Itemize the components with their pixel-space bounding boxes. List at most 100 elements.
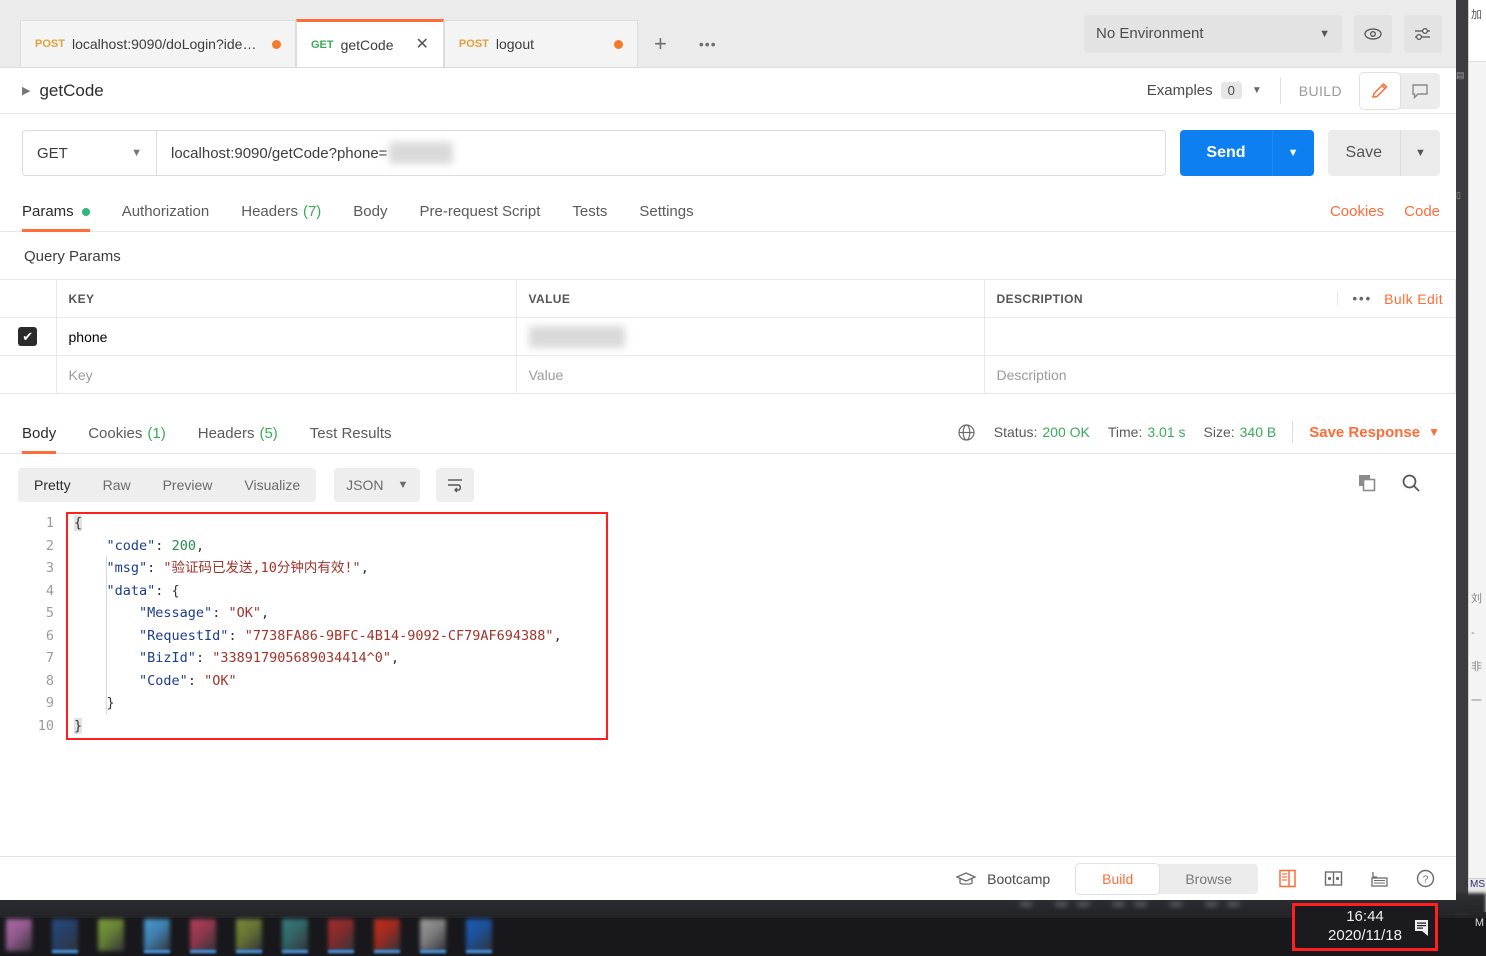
code-line[interactable]: "msg": "验证码已发送,10分钟内有效!", xyxy=(74,557,1456,580)
row-enabled-checkbox[interactable]: ✔ xyxy=(18,327,38,346)
tab-body[interactable]: Body xyxy=(353,203,387,231)
code-content[interactable]: { "code": 200, "msg": "验证码已发送,10分钟内有效!",… xyxy=(66,512,1456,740)
new-value-input[interactable]: Value xyxy=(516,355,985,394)
bootcamp-button[interactable]: Bootcamp xyxy=(955,870,1050,888)
build-browse-toggle[interactable]: Build Browse xyxy=(1076,863,1258,894)
request-tab-doLogin[interactable]: POST localhost:9090/doLogin?identi... xyxy=(20,20,296,67)
response-view-mode-group[interactable]: Pretty Raw Preview Visualize xyxy=(18,468,317,502)
send-button[interactable]: Send ▼ xyxy=(1180,130,1314,176)
new-description-input[interactable]: Description xyxy=(984,355,1456,394)
code-line[interactable]: "Code": "OK" xyxy=(74,670,1456,693)
table-row[interactable]: ✔ phone xyxy=(0,317,1456,356)
taskbar-icon[interactable] xyxy=(144,919,170,953)
request-tab-getCode[interactable]: GET getCode ✕ xyxy=(295,19,444,67)
comments-button[interactable] xyxy=(1400,73,1440,109)
response-body-viewer[interactable]: 1 2 3 4 5 6 7 8 9 10 { "code": 200, "msg": "验证码已发… xyxy=(0,512,1456,740)
code-link[interactable]: Code xyxy=(1404,203,1440,220)
environment-bar[interactable]: No Environment ▼ xyxy=(1084,0,1456,67)
mode-build[interactable]: Build xyxy=(1076,863,1160,894)
response-tab-cookies[interactable]: Cookies (1) xyxy=(88,425,166,453)
cookies-link[interactable]: Cookies xyxy=(1330,203,1384,220)
response-view-bar[interactable]: Pretty Raw Preview Visualize JSON ▼ xyxy=(0,454,1456,512)
chevron-down-icon[interactable]: ▼ xyxy=(1271,130,1314,176)
search-button[interactable] xyxy=(1400,472,1422,499)
environment-quick-look-button[interactable] xyxy=(1354,14,1392,53)
help-button[interactable]: ? xyxy=(1408,864,1442,894)
response-tab-test-results[interactable]: Test Results xyxy=(310,425,392,453)
response-format-select[interactable]: JSON ▼ xyxy=(334,468,421,502)
code-line[interactable]: "RequestId": "7738FA86-9BFC-4B14-9092-CF… xyxy=(74,625,1456,648)
tab-tests[interactable]: Tests xyxy=(572,203,607,231)
url-input[interactable]: localhost:9090/getCode?phone= xyxy=(156,130,1167,176)
view-mode-raw[interactable]: Raw xyxy=(87,468,147,502)
response-section-tabs[interactable]: Body Cookies (1) Headers (5) Test Result… xyxy=(0,410,1456,454)
request-section-tabs[interactable]: Params Authorization Headers (7) Body Pr… xyxy=(0,190,1456,232)
copy-button[interactable] xyxy=(1356,472,1378,499)
taskbar-icon[interactable] xyxy=(98,919,124,953)
taskbar-icon[interactable] xyxy=(328,919,354,953)
postman-window[interactable]: POST localhost:9090/doLogin?identi... GE… xyxy=(0,0,1456,900)
tab-authorization[interactable]: Authorization xyxy=(122,203,210,231)
taskbar-icon-list[interactable] xyxy=(0,919,512,953)
environment-select[interactable]: No Environment ▼ xyxy=(1084,14,1342,53)
mode-browse[interactable]: Browse xyxy=(1159,864,1258,894)
save-button[interactable]: Save ▼ xyxy=(1327,130,1440,176)
view-mode-visualize[interactable]: Visualize xyxy=(228,468,316,502)
request-view-toggle-group[interactable] xyxy=(1360,72,1440,109)
taskbar-icon[interactable] xyxy=(374,919,400,953)
taskbar-icon[interactable] xyxy=(52,919,78,953)
row-value-cell[interactable] xyxy=(516,317,985,356)
taskbar-icon[interactable] xyxy=(236,919,262,953)
request-tab-strip[interactable]: POST localhost:9090/doLogin?identi... GE… xyxy=(0,0,1456,68)
two-pane-button[interactable] xyxy=(1316,864,1350,894)
code-line[interactable]: "BizId": "338917905689034414^0", xyxy=(74,647,1456,670)
code-line[interactable]: } xyxy=(74,715,1456,738)
bulk-edit-button[interactable]: Bulk Edit xyxy=(1384,291,1443,307)
taskbar-clock[interactable]: 16:44 2020/11/18 xyxy=(1292,903,1438,951)
request-tabs-right-links[interactable]: Cookies Code xyxy=(1310,203,1440,231)
url-bar[interactable]: GET ▼ localhost:9090/getCode?phone= Send… xyxy=(0,114,1456,190)
new-tab-button[interactable]: + xyxy=(638,20,683,67)
tab-more-button[interactable]: ••• xyxy=(683,20,733,67)
row-checkbox-cell[interactable]: ✔ xyxy=(0,317,57,356)
code-line[interactable]: "Message": "OK", xyxy=(74,602,1456,625)
code-line[interactable]: "code": 200, xyxy=(74,535,1456,558)
taskbar-icon[interactable] xyxy=(282,919,308,953)
notification-icon[interactable] xyxy=(1413,918,1431,936)
http-method-select[interactable]: GET ▼ xyxy=(22,130,156,176)
tab-settings[interactable]: Settings xyxy=(639,203,693,231)
examples-dropdown[interactable]: Examples 0 ▼ xyxy=(1147,82,1262,99)
new-key-input[interactable]: Key xyxy=(56,355,517,394)
sidebar-panel-button[interactable] xyxy=(1270,864,1304,894)
tab-params[interactable]: Params xyxy=(22,203,90,232)
row-checkbox-cell-empty[interactable] xyxy=(0,355,57,394)
windows-taskbar[interactable]: M xyxy=(0,915,1486,956)
wrap-lines-button[interactable] xyxy=(436,468,475,502)
console-button[interactable] xyxy=(1362,864,1396,894)
taskbar-icon[interactable] xyxy=(466,919,492,953)
save-response-button[interactable]: Save Response xyxy=(1309,424,1420,441)
edit-request-button[interactable] xyxy=(1360,72,1400,109)
tab-headers[interactable]: Headers (7) xyxy=(241,203,321,231)
row-key-cell[interactable]: phone xyxy=(56,317,517,356)
response-tools[interactable] xyxy=(1356,472,1440,499)
view-mode-preview[interactable]: Preview xyxy=(147,468,229,502)
chevron-down-icon[interactable]: ▼ xyxy=(1428,425,1440,439)
code-line[interactable]: } xyxy=(74,692,1456,715)
row-description-cell[interactable] xyxy=(984,317,1456,356)
code-line[interactable]: "data": { xyxy=(74,580,1456,603)
view-mode-pretty[interactable]: Pretty xyxy=(18,468,87,502)
query-params-table[interactable]: KEY VALUE DESCRIPTION ••• Bulk Edit ✔ ph… xyxy=(0,279,1456,394)
chevron-right-icon[interactable]: ▶ xyxy=(22,84,30,97)
table-row-empty[interactable]: Key Value Description xyxy=(0,355,1456,394)
tab-pre-request-script[interactable]: Pre-request Script xyxy=(420,203,541,231)
chevron-down-icon[interactable]: ▼ xyxy=(1400,130,1440,176)
table-more-button[interactable]: ••• xyxy=(1337,291,1372,306)
postman-footer[interactable]: Bootcamp Build Browse ? xyxy=(0,856,1456,900)
taskbar-icon[interactable] xyxy=(190,919,216,953)
taskbar-icon[interactable] xyxy=(420,919,446,953)
taskbar-icon[interactable] xyxy=(6,919,32,953)
code-lines[interactable]: { "code": 200, "msg": "验证码已发送,10分钟内有效!",… xyxy=(66,512,1456,737)
response-tab-headers[interactable]: Headers (5) xyxy=(198,425,278,453)
close-icon[interactable]: ✕ xyxy=(416,36,429,53)
